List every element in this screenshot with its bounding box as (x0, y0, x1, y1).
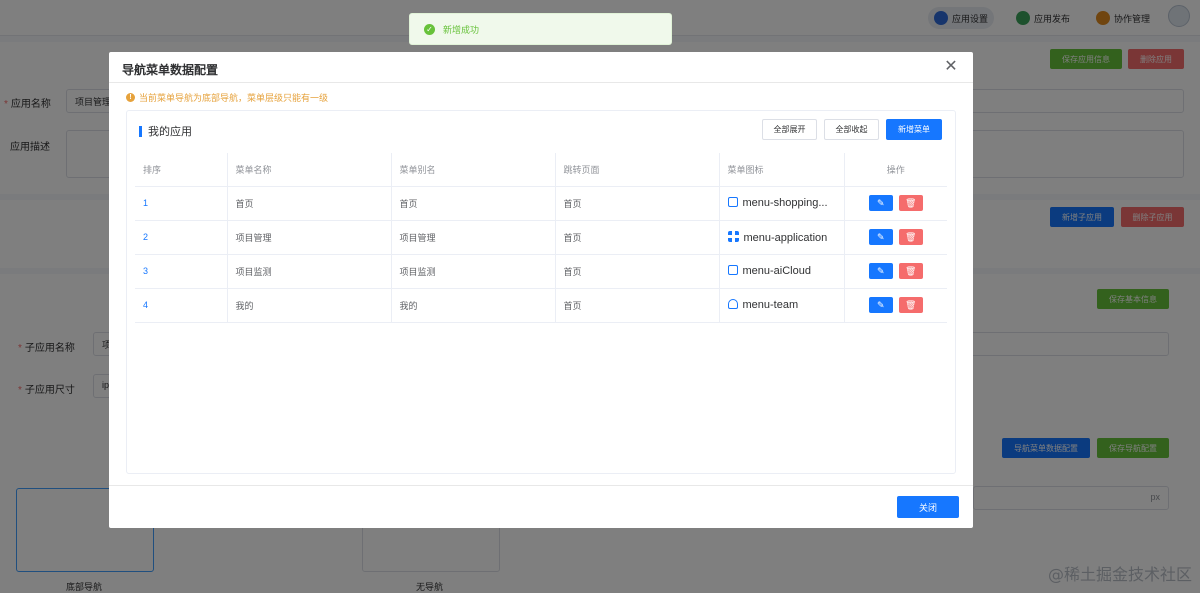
row-actions: ✎ 🗑 (844, 220, 947, 255)
check-circle-icon: ✓ (424, 23, 435, 35)
row-alias: 我的 (391, 288, 556, 323)
col-header-actions: 操作 (844, 153, 947, 187)
delete-button[interactable]: 🗑 (898, 297, 923, 313)
panel-title: 我的应用 (139, 123, 192, 139)
team-icon (727, 299, 738, 309)
col-header-name: 菜单名称 (227, 153, 392, 187)
row-name: 首页 (227, 186, 392, 221)
row-page: 首页 (555, 254, 720, 289)
row-icon: menu-application (719, 220, 845, 255)
menu-panel: 我的应用 全部展开 全部收起 新增菜单 排序 菜单名称 菜单别名 跳转页面 菜单… (126, 110, 956, 474)
delete-button[interactable]: 🗑 (898, 263, 923, 279)
table-row: 1 首页 首页 首页 menu-shopping... ✎ 🗑 (135, 186, 947, 221)
row-icon: menu-shopping... (719, 186, 845, 221)
col-header-order[interactable]: 排序 (135, 153, 228, 187)
row-actions: ✎ 🗑 (844, 186, 947, 221)
dialog-tip-text: 当前菜单导航为底部导航，菜单层级只能有一级 (139, 93, 329, 103)
dialog-header: 导航菜单数据配置 ✕ (109, 52, 973, 83)
cloud-icon (727, 265, 738, 275)
success-toast: ✓ 新增成功 (409, 13, 672, 45)
close-button[interactable]: 关闭 (897, 496, 959, 518)
row-icon: menu-team (719, 288, 845, 323)
row-actions: ✎ 🗑 (844, 254, 947, 289)
application-grid-icon (727, 230, 739, 242)
edit-button[interactable]: ✎ (868, 263, 893, 279)
row-actions: ✎ 🗑 (844, 288, 947, 323)
warning-icon: ! (126, 93, 135, 102)
row-order: 1 (135, 186, 228, 221)
row-order: 4 (135, 288, 228, 323)
dialog-tip: ! 当前菜单导航为底部导航，菜单层级只能有一级 (126, 91, 328, 104)
col-header-alias: 菜单别名 (391, 153, 556, 187)
delete-button[interactable]: 🗑 (898, 229, 923, 245)
col-header-icon: 菜单图标 (719, 153, 845, 187)
col-header-page: 跳转页面 (555, 153, 720, 187)
dialog-title: 导航菜单数据配置 (122, 63, 219, 77)
menu-table: 排序 菜单名称 菜单别名 跳转页面 菜单图标 操作 1 首页 首页 首页 men… (135, 153, 947, 323)
row-alias: 项目管理 (391, 220, 556, 255)
table-row: 4 我的 我的 首页 menu-team ✎ 🗑 (135, 288, 947, 323)
close-icon[interactable]: ✕ (943, 58, 959, 76)
table-row: 2 项目管理 项目管理 首页 menu-application ✎ 🗑 (135, 220, 947, 255)
expand-all-button[interactable]: 全部展开 (762, 119, 817, 140)
edit-button[interactable]: ✎ (868, 297, 893, 313)
row-name: 我的 (227, 288, 392, 323)
edit-button[interactable]: ✎ (868, 229, 893, 245)
nav-menu-config-dialog: 导航菜单数据配置 ✕ ! 当前菜单导航为底部导航，菜单层级只能有一级 我的应用 … (109, 52, 973, 528)
row-alias: 项目监测 (391, 254, 556, 289)
add-menu-button[interactable]: 新增菜单 (886, 119, 942, 140)
row-alias: 首页 (391, 186, 556, 221)
row-order: 2 (135, 220, 228, 255)
row-page: 首页 (555, 220, 720, 255)
toast-message: 新增成功 (443, 24, 480, 35)
edit-button[interactable]: ✎ (868, 195, 893, 211)
shopping-icon (727, 197, 738, 207)
table-header-row: 排序 菜单名称 菜单别名 跳转页面 菜单图标 操作 (135, 153, 947, 187)
row-icon: menu-aiCloud (719, 254, 845, 289)
row-page: 首页 (555, 186, 720, 221)
table-row: 3 项目监测 项目监测 首页 menu-aiCloud ✎ 🗑 (135, 254, 947, 289)
dialog-footer-divider (109, 485, 973, 486)
title-accent-bar (139, 125, 142, 137)
row-name: 项目监测 (227, 254, 392, 289)
row-page: 首页 (555, 288, 720, 323)
collapse-all-button[interactable]: 全部收起 (824, 119, 879, 140)
row-order: 3 (135, 254, 228, 289)
delete-button[interactable]: 🗑 (898, 195, 923, 211)
row-name: 项目管理 (227, 220, 392, 255)
